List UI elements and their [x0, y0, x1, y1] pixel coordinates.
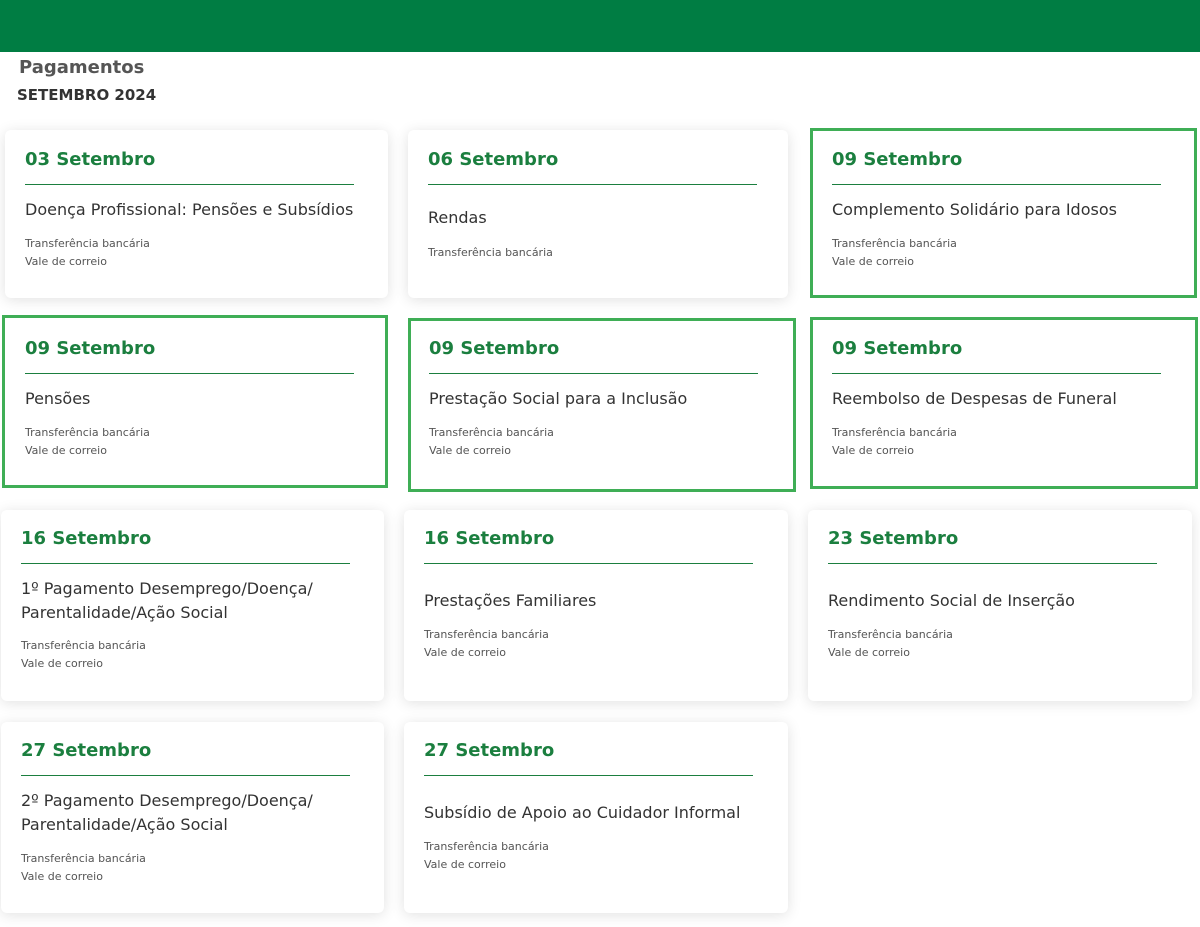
- payment-card[interactable]: 16 Setembro Prestações Familiares Transf…: [404, 510, 788, 701]
- payment-method: Transferência bancária: [21, 639, 146, 652]
- benefit-title: Doença Profissional: Pensões e Subsídios: [25, 200, 354, 219]
- payment-date: 16 Setembro: [21, 528, 152, 549]
- payment-method: Vale de correio: [424, 646, 506, 659]
- payment-card[interactable]: 03 Setembro Doença Profissional: Pensões…: [5, 130, 388, 298]
- benefit-title: Prestação Social para a Inclusão: [429, 389, 688, 408]
- payment-date: 27 Setembro: [424, 740, 555, 761]
- month-label: SETEMBRO 2024: [17, 86, 157, 104]
- payment-method: Vale de correio: [832, 444, 914, 457]
- payment-date: 27 Setembro: [21, 740, 152, 761]
- payment-method: Transferência bancária: [828, 628, 953, 641]
- payment-card[interactable]: 23 Setembro Rendimento Social de Inserçã…: [808, 510, 1192, 701]
- payment-method: Vale de correio: [429, 444, 511, 457]
- divider: [21, 775, 350, 776]
- payment-method: Transferência bancária: [424, 628, 549, 641]
- payment-method: Transferência bancária: [424, 840, 549, 853]
- payment-methods: Transferência bancária Vale de correio: [25, 235, 150, 271]
- payment-methods: Transferência bancária Vale de correio: [21, 850, 146, 886]
- payment-card[interactable]: 06 Setembro Rendas Transferência bancári…: [408, 130, 788, 298]
- payment-date: 06 Setembro: [428, 149, 559, 170]
- benefit-title: 1º Pagamento Desemprego/Doença/ Parental…: [21, 579, 313, 622]
- payment-card-highlighted[interactable]: 09 Setembro Reembolso de Despesas de Fun…: [810, 317, 1198, 489]
- divider: [21, 563, 350, 564]
- payment-method: Vale de correio: [21, 657, 103, 670]
- payment-methods: Transferência bancária Vale de correio: [832, 235, 957, 271]
- payment-methods: Transferência bancária Vale de correio: [424, 838, 549, 874]
- payment-date: 23 Setembro: [828, 528, 959, 549]
- payment-methods: Transferência bancária Vale de correio: [21, 637, 146, 673]
- divider: [832, 373, 1161, 374]
- payment-methods: Transferência bancária: [428, 244, 553, 262]
- payment-method: Transferência bancária: [832, 426, 957, 439]
- payment-method: Transferência bancária: [428, 246, 553, 259]
- payment-method: Vale de correio: [25, 255, 107, 268]
- payment-card-highlighted[interactable]: 09 Setembro Prestação Social para a Incl…: [408, 318, 796, 492]
- payment-date: 09 Setembro: [832, 149, 963, 170]
- divider: [424, 775, 753, 776]
- payment-method: Vale de correio: [832, 255, 914, 268]
- payment-method: Transferência bancária: [429, 426, 554, 439]
- benefit-title: Complemento Solidário para Idosos: [832, 200, 1117, 219]
- divider: [424, 563, 753, 564]
- payment-date: 09 Setembro: [25, 338, 156, 359]
- divider: [429, 373, 758, 374]
- benefit-title: 2º Pagamento Desemprego/Doença/ Parental…: [21, 791, 313, 834]
- divider: [832, 184, 1161, 185]
- payment-card[interactable]: 27 Setembro 2º Pagamento Desemprego/Doen…: [1, 722, 384, 913]
- payment-date: 09 Setembro: [429, 338, 560, 359]
- payment-card[interactable]: 16 Setembro 1º Pagamento Desemprego/Doen…: [1, 510, 384, 701]
- payment-date: 03 Setembro: [25, 149, 156, 170]
- benefit-title: Rendimento Social de Inserção: [828, 591, 1075, 610]
- divider: [25, 373, 354, 374]
- divider: [828, 563, 1157, 564]
- payment-method: Transferência bancária: [832, 237, 957, 250]
- benefit-title: Prestações Familiares: [424, 591, 597, 610]
- payment-method: Vale de correio: [424, 858, 506, 871]
- payment-method: Transferência bancária: [25, 426, 150, 439]
- payment-method: Transferência bancária: [25, 237, 150, 250]
- benefit-title: Rendas: [428, 208, 487, 227]
- divider: [428, 184, 757, 185]
- benefit-title: Reembolso de Despesas de Funeral: [832, 389, 1117, 408]
- payment-methods: Transferência bancária Vale de correio: [25, 424, 150, 460]
- payment-method: Transferência bancária: [21, 852, 146, 865]
- payment-method: Vale de correio: [828, 646, 910, 659]
- payment-card[interactable]: 27 Setembro Subsídio de Apoio ao Cuidado…: [404, 722, 788, 913]
- payment-method: Vale de correio: [21, 870, 103, 883]
- benefit-title: Subsídio de Apoio ao Cuidador Informal: [424, 803, 741, 822]
- payment-card-highlighted[interactable]: 09 Setembro Complemento Solidário para I…: [810, 128, 1197, 298]
- benefit-title: Pensões: [25, 389, 91, 408]
- divider: [25, 184, 354, 185]
- page-title: Pagamentos: [19, 57, 145, 78]
- payment-methods: Transferência bancária Vale de correio: [832, 424, 957, 460]
- payment-date: 09 Setembro: [832, 338, 963, 359]
- payment-card-highlighted[interactable]: 09 Setembro Pensões Transferência bancár…: [2, 315, 388, 488]
- payment-methods: Transferência bancária Vale de correio: [828, 626, 953, 662]
- payment-methods: Transferência bancária Vale de correio: [424, 626, 549, 662]
- payment-date: 16 Setembro: [424, 528, 555, 549]
- payment-methods: Transferência bancária Vale de correio: [429, 424, 554, 460]
- payment-method: Vale de correio: [25, 444, 107, 457]
- top-header-bar: [0, 0, 1200, 52]
